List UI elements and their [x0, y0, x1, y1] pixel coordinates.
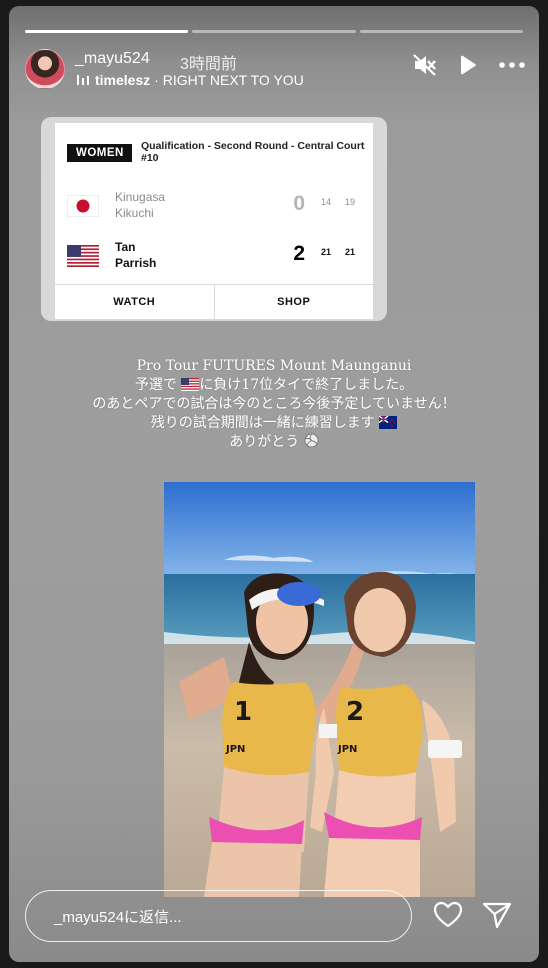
progress-segment: [359, 30, 523, 33]
progress-segment: [192, 30, 356, 33]
set-score: 21: [344, 247, 355, 257]
caption-line: のあとペアでの試合は今のところ今後予定していません！: [92, 396, 456, 412]
japan-flag-icon: [67, 195, 99, 217]
usa-flag-icon: [67, 245, 99, 267]
progress-segment: [25, 30, 189, 33]
scorecard: WOMEN Qualification - Second Round - Cen…: [55, 123, 373, 319]
beach-photo: 1 JPN 2 JPN: [164, 482, 475, 897]
team-row: Tan Parrish 2 21 21: [67, 239, 357, 279]
caption-line: Pro Tour FUTURES Mount Maunganui: [136, 358, 412, 374]
match-score: 2: [293, 242, 305, 265]
jersey-country: JPN: [225, 744, 245, 755]
play-icon[interactable]: [459, 55, 477, 75]
story-viewer[interactable]: _mayu524 3時間前 timelesz · RIGHT NEXT TO Y…: [9, 6, 539, 962]
player-name: Kikuchi: [115, 206, 154, 220]
team-row: Kinugasa Kikuchi 0 14 19: [67, 189, 357, 229]
caption-line: 予選で に負け17位タイで終了しました。: [134, 377, 414, 393]
usa-flag-icon: [181, 378, 200, 391]
music-bars-icon: [77, 75, 89, 85]
shop-button[interactable]: SHOP: [213, 285, 374, 319]
set-score: 21: [320, 247, 331, 257]
player-name: Parrish: [115, 256, 157, 270]
reply-input[interactable]: _mayu524に返信...: [25, 890, 412, 942]
time-ago: 3時間前: [180, 56, 237, 73]
more-options-icon[interactable]: [499, 62, 525, 68]
story-header: _mayu524 3時間前 timelesz · RIGHT NEXT TO Y…: [25, 46, 525, 90]
set-score: 19: [344, 197, 355, 207]
heart-icon[interactable]: [433, 901, 463, 929]
story-caption: Pro Tour FUTURES Mount Maunganui 予選で に負け…: [9, 357, 539, 452]
photo-illustration: 1 JPN 2 JPN: [164, 482, 475, 897]
bib-number: 1: [234, 697, 252, 727]
jersey-country: JPN: [337, 744, 357, 755]
caption-line: ありがとう: [9, 433, 539, 452]
mute-icon[interactable]: [413, 54, 437, 76]
avatar[interactable]: [25, 49, 65, 89]
new-zealand-flag-icon: [379, 416, 398, 429]
music-separator: ·: [150, 72, 163, 88]
story-progress-bar: [25, 30, 523, 33]
username[interactable]: _mayu524: [75, 50, 150, 68]
set-score: 14: [320, 197, 331, 207]
match-round: Qualification - Second Round - Central C…: [141, 140, 365, 164]
scorecard-sticker[interactable]: WOMEN Qualification - Second Round - Cen…: [41, 117, 387, 321]
music-song: RIGHT NEXT TO YOU: [162, 72, 304, 88]
player-name: Kinugasa: [115, 190, 166, 204]
send-icon[interactable]: [482, 901, 512, 929]
watch-button[interactable]: WATCH: [55, 285, 214, 319]
caption-line: 残りの試合期間は一緒に練習します: [9, 414, 539, 433]
music-artist: timelesz: [95, 72, 151, 88]
match-score: 0: [293, 192, 305, 215]
music-info[interactable]: timelesz · RIGHT NEXT TO YOU: [77, 72, 304, 88]
bib-number: 2: [346, 697, 364, 727]
player-name: Tan: [115, 240, 136, 254]
category-badge: WOMEN: [67, 144, 132, 162]
volleyball-icon: [304, 433, 319, 448]
